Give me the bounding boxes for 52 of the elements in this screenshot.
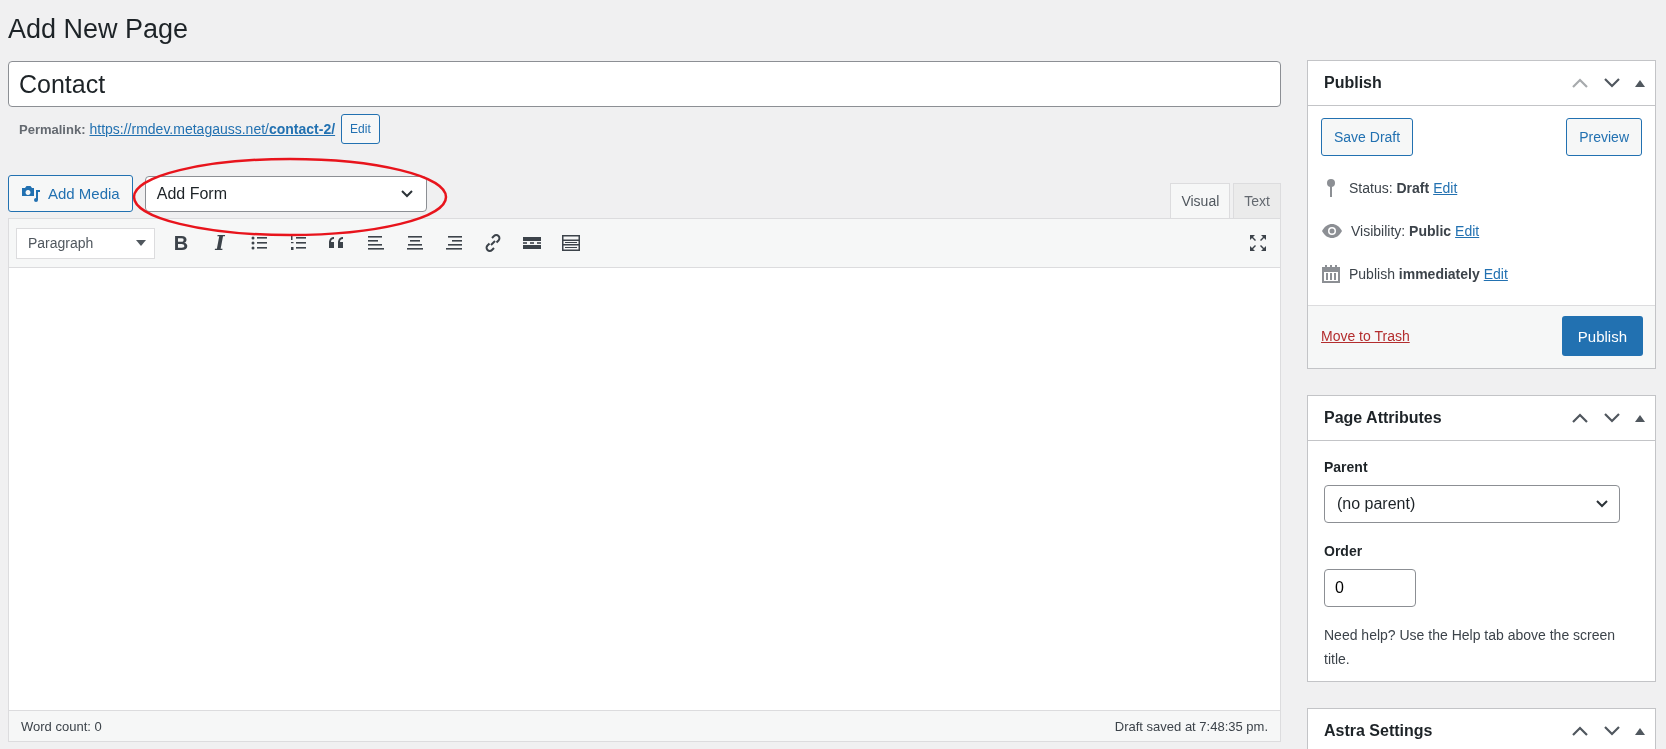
- panel-title: Astra Settings: [1324, 722, 1433, 740]
- edit-link[interactable]: Edit: [1433, 179, 1458, 196]
- move-down-icon[interactable]: [1603, 412, 1621, 424]
- move-up-icon[interactable]: [1571, 412, 1589, 424]
- edit-link[interactable]: Edit: [1483, 265, 1508, 282]
- collapse-icon[interactable]: [1635, 414, 1645, 422]
- chevron-down-icon: [399, 189, 414, 199]
- page-heading: Add New Page: [8, 13, 190, 46]
- publish-setting: Status: Draft: [1349, 179, 1430, 196]
- calendar-icon: [1321, 263, 1341, 284]
- align-left-icon: [366, 233, 386, 253]
- help-text: Need help? Use the Help tab above the screen title.: [1324, 626, 1617, 669]
- align-right-icon: [444, 233, 464, 253]
- save-draft-button[interactable]: Save Draft: [1321, 118, 1414, 156]
- format-select[interactable]: Paragraph: [16, 227, 155, 259]
- collapse-icon[interactable]: [1635, 727, 1645, 735]
- caret-icon: [136, 240, 146, 246]
- preview-button[interactable]: Preview: [1566, 118, 1642, 156]
- permalink-link[interactable]: https://rmdev.metagauss.net/contact-2/: [89, 121, 336, 137]
- publish-button[interactable]: Publish: [1561, 316, 1643, 356]
- bold-button[interactable]: B: [166, 228, 196, 258]
- word-count: Word count: 0: [21, 718, 102, 734]
- title-field[interactable]: Contact: [8, 61, 1281, 107]
- editor-tab[interactable]: Visual: [1170, 183, 1231, 218]
- link-icon: [483, 233, 503, 253]
- fullscreen-icon: [1248, 233, 1268, 253]
- edit-link[interactable]: Edit: [1455, 222, 1480, 239]
- collapse-icon[interactable]: [1635, 79, 1645, 87]
- permalink-label: Permalink:: [19, 121, 86, 137]
- toolbar-toggle-icon: [561, 233, 581, 253]
- align-center-icon: [405, 233, 425, 253]
- publish-setting: Visibility: Public: [1351, 222, 1452, 239]
- parent-label: Parent: [1324, 459, 1368, 475]
- panel-title: Page Attributes: [1324, 409, 1442, 427]
- editor-tab[interactable]: Text: [1233, 183, 1281, 218]
- edit-permalink-button[interactable]: Edit: [341, 114, 380, 144]
- italic-button[interactable]: I: [205, 228, 235, 258]
- add-media-button[interactable]: Add Media: [8, 175, 133, 212]
- add-form-select[interactable]: Add Form: [144, 176, 427, 212]
- order-field[interactable]: 0: [1324, 569, 1416, 607]
- publish-setting: Publish immediately: [1349, 265, 1480, 282]
- parent-select[interactable]: (no parent): [1324, 485, 1620, 523]
- media-icon: [21, 183, 41, 204]
- move-up-icon[interactable]: [1571, 725, 1589, 737]
- panel-title: Publish: [1324, 74, 1382, 92]
- move-down-icon[interactable]: [1603, 77, 1621, 89]
- draft-saved-text: Draft saved at 7:48:35 pm.: [1114, 718, 1268, 734]
- numbered-list-icon: [288, 233, 308, 253]
- chevron-down-icon: [1595, 499, 1609, 509]
- order-label: Order: [1324, 543, 1363, 559]
- move-to-trash-link[interactable]: Move to Trash: [1321, 328, 1410, 344]
- move-down-icon[interactable]: [1603, 725, 1621, 737]
